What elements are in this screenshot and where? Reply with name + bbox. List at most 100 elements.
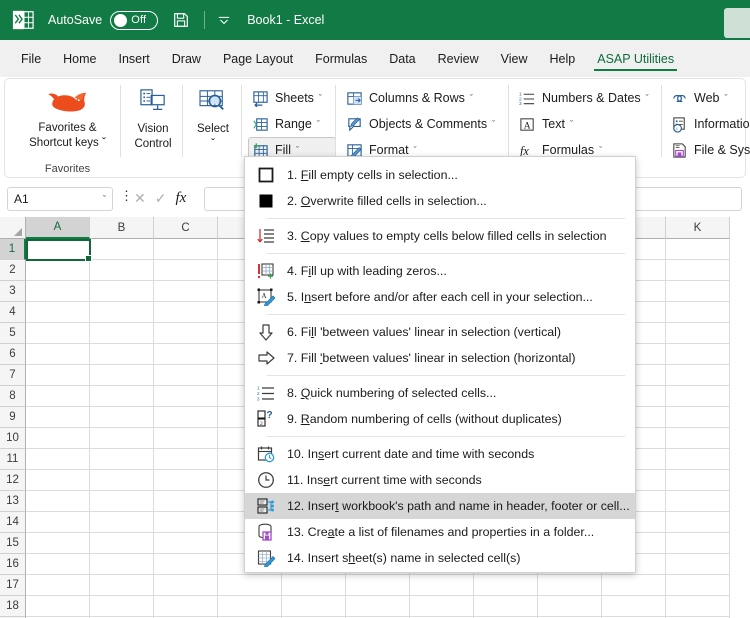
cell-C12[interactable] [154, 470, 218, 491]
cell-A18[interactable] [26, 596, 90, 617]
cell-C16[interactable] [154, 554, 218, 575]
row-header-5[interactable]: 5 [0, 323, 26, 344]
cell-K11[interactable] [666, 449, 730, 470]
cell-B16[interactable] [90, 554, 154, 575]
cell-K16[interactable] [666, 554, 730, 575]
tab-formulas[interactable]: Formulas [304, 48, 378, 70]
column-header-a[interactable]: A [26, 217, 90, 239]
cell-K7[interactable] [666, 365, 730, 386]
column-header-c[interactable]: C [154, 217, 218, 239]
name-box[interactable]: A1 ˇ [7, 187, 113, 211]
cell-J18[interactable] [602, 596, 666, 617]
ribbon-item-text[interactable]: A Text ˇ [515, 111, 663, 137]
tab-review[interactable]: Review [427, 48, 490, 70]
cell-B4[interactable] [90, 302, 154, 323]
cell-K10[interactable] [666, 428, 730, 449]
fill-menu-item-11[interactable]: 11. Insert current time with seconds [245, 467, 635, 493]
cell-K8[interactable] [666, 386, 730, 407]
cell-C7[interactable] [154, 365, 218, 386]
row-header-6[interactable]: 6 [0, 344, 26, 365]
cell-K13[interactable] [666, 491, 730, 512]
cell-H17[interactable] [474, 575, 538, 596]
cell-C14[interactable] [154, 512, 218, 533]
cell-C10[interactable] [154, 428, 218, 449]
cell-B12[interactable] [90, 470, 154, 491]
ribbon-item-objects-comments[interactable]: Objects & Comments ˇ [342, 111, 508, 137]
fill-menu-item-13[interactable]: 13. Create a list of filenames and prope… [245, 519, 635, 545]
vertical-ellipsis-icon[interactable]: ⋮ [120, 189, 133, 202]
vision-control-button[interactable]: Vision Control [125, 81, 181, 152]
cell-C9[interactable] [154, 407, 218, 428]
cell-H18[interactable] [474, 596, 538, 617]
favorites-group[interactable]: Favorites & Shortcut keys ˇ Favorites [15, 81, 120, 177]
row-header-10[interactable]: 10 [0, 428, 26, 449]
fill-menu-item-12[interactable]: 12. Insert workbook's path and name in h… [245, 493, 635, 519]
cell-A15[interactable] [26, 533, 90, 554]
cell-C1[interactable] [154, 239, 218, 260]
cell-B1[interactable] [90, 239, 154, 260]
cell-B13[interactable] [90, 491, 154, 512]
column-header-k[interactable]: K [666, 217, 730, 239]
autosave-toggle[interactable]: Off [110, 10, 159, 30]
cell-A12[interactable] [26, 470, 90, 491]
fill-menu-item-6[interactable]: 6. Fill 'between values' linear in selec… [245, 319, 635, 345]
row-header-9[interactable]: 9 [0, 407, 26, 428]
cell-G18[interactable] [410, 596, 474, 617]
cell-K2[interactable] [666, 260, 730, 281]
cell-A17[interactable] [26, 575, 90, 596]
cell-A16[interactable] [26, 554, 90, 575]
fill-menu-item-8[interactable]: 1 2 3 8. Quick numbering of selected cells.… [245, 380, 635, 406]
cell-A9[interactable] [26, 407, 90, 428]
cell-A13[interactable] [26, 491, 90, 512]
cell-A3[interactable] [26, 281, 90, 302]
cell-K4[interactable] [666, 302, 730, 323]
cancel-x-icon[interactable]: ✕ [134, 190, 146, 207]
tab-data[interactable]: Data [378, 48, 426, 70]
cell-B7[interactable] [90, 365, 154, 386]
active-cell-a1[interactable] [26, 239, 92, 262]
cell-B6[interactable] [90, 344, 154, 365]
row-header-16[interactable]: 16 [0, 554, 26, 575]
cell-A5[interactable] [26, 323, 90, 344]
cell-K12[interactable] [666, 470, 730, 491]
cell-K17[interactable] [666, 575, 730, 596]
fill-menu-item-14[interactable]: 14. Insert sheet(s) name in selected cel… [245, 545, 635, 571]
cell-B2[interactable] [90, 260, 154, 281]
row-header-1[interactable]: 1 [0, 239, 26, 260]
fill-menu-item-1[interactable]: 1. Fill empty cells in selection... [245, 162, 635, 188]
select-button[interactable]: Select ˇ [187, 81, 239, 152]
insert-function-icon[interactable]: fx [175, 190, 186, 207]
cell-A7[interactable] [26, 365, 90, 386]
cell-K9[interactable] [666, 407, 730, 428]
cell-I17[interactable] [538, 575, 602, 596]
fill-menu-item-9[interactable]: 2? 9. Random numbering of cells (without … [245, 406, 635, 432]
tab-home[interactable]: Home [52, 48, 107, 70]
cell-C2[interactable] [154, 260, 218, 281]
cell-D17[interactable] [218, 575, 282, 596]
cell-A2[interactable] [26, 260, 90, 281]
ribbon-item-numbers-dates[interactable]: 1 2 3 Numbers & Dates ˇ [515, 85, 663, 111]
cell-B10[interactable] [90, 428, 154, 449]
fill-menu-item-4[interactable]: 4. Fill up with leading zeros... [245, 258, 635, 284]
cell-B17[interactable] [90, 575, 154, 596]
column-header-b[interactable]: B [90, 217, 154, 239]
fill-menu-item-5[interactable]: A 5. Insert before and/or after each cell… [245, 284, 635, 310]
cell-C11[interactable] [154, 449, 218, 470]
cell-B5[interactable] [90, 323, 154, 344]
ribbon-item-file-system[interactable]: File & System [667, 137, 750, 163]
cell-A10[interactable] [26, 428, 90, 449]
tab-page-layout[interactable]: Page Layout [212, 48, 304, 70]
cell-C18[interactable] [154, 596, 218, 617]
cell-C3[interactable] [154, 281, 218, 302]
cell-K14[interactable] [666, 512, 730, 533]
cell-A4[interactable] [26, 302, 90, 323]
cell-K18[interactable] [666, 596, 730, 617]
row-header-18[interactable]: 18 [0, 596, 26, 617]
cell-K1[interactable] [666, 239, 730, 260]
cell-F18[interactable] [346, 596, 410, 617]
ribbon-item-sheets[interactable]: Sheets ˇ [248, 85, 336, 111]
cell-B9[interactable] [90, 407, 154, 428]
tab-help[interactable]: Help [539, 48, 587, 70]
row-header-11[interactable]: 11 [0, 449, 26, 470]
cell-C13[interactable] [154, 491, 218, 512]
